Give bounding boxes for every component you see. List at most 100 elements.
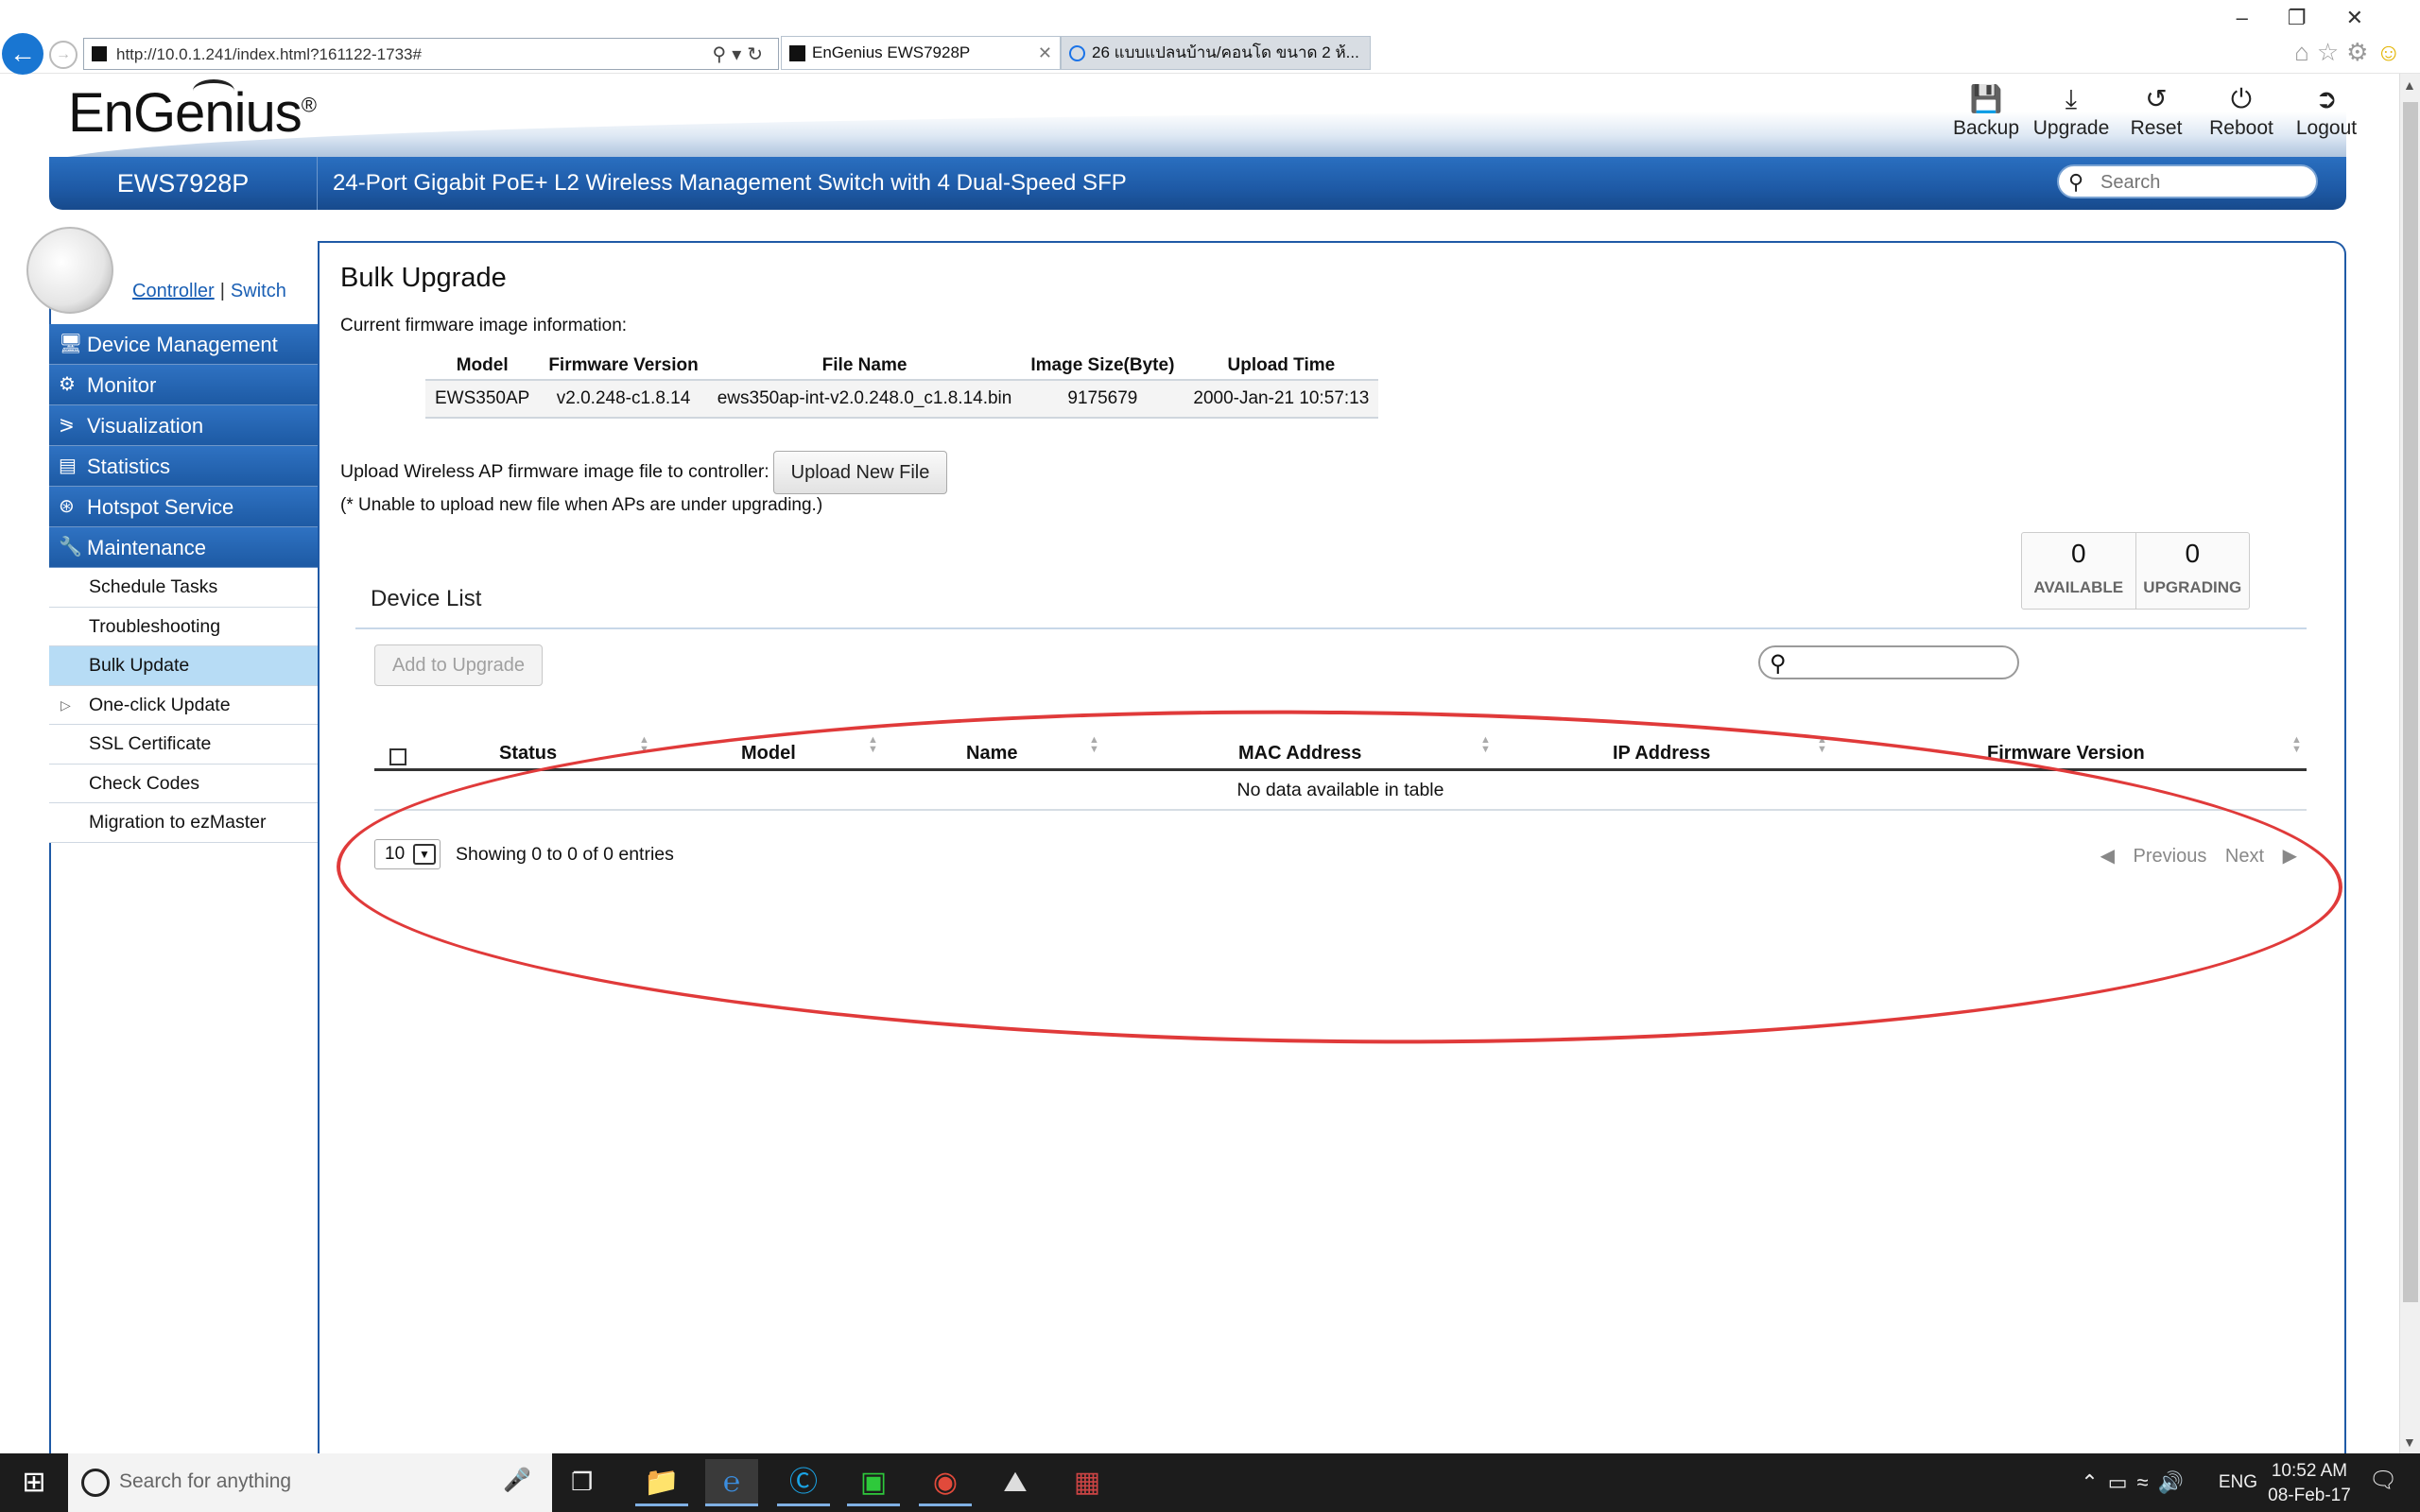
previous-button[interactable]: Previous [2134,846,2207,867]
address-tools[interactable]: ⚲▾↻ [713,43,769,66]
ie-icon [1069,45,1085,61]
header-search[interactable]: ⚲ [2057,164,2318,198]
page-size-select[interactable]: 10 ▼ [374,839,441,869]
line-icon[interactable]: ▣ [847,1459,900,1506]
tab-second[interactable]: 26 แบบแปลนบ้าน/คอนโด ขนาด 2 ห้... [1061,36,1371,70]
devices-icon: 🖥 [59,334,83,354]
file-explorer-icon[interactable]: 📁 [635,1459,688,1506]
available-counter[interactable]: 0 AVAILABLE [2022,533,2136,609]
favicon-icon [92,46,107,61]
column-header-model[interactable]: Model [741,743,796,765]
sidebar-item-troubleshooting[interactable]: Troubleshooting [49,607,318,646]
taskbar-search-placeholder[interactable]: Search for anything [119,1470,291,1493]
photos-icon[interactable]: ⛰ [989,1459,1042,1506]
star-icon: ☆ [2316,38,2347,66]
switch-link[interactable]: Switch [231,281,286,301]
sidebar-item-visualization[interactable]: ⪖ Visualization [49,405,318,446]
upgrade-button[interactable]: ⤓ Upgrade [2029,81,2114,140]
device-table: Status ▲ ▼ Model ▲ ▼ Name ▲ ▼ MAC Address ▲… [374,735,2307,811]
sidebar-item-hotspot-service[interactable]: ⊛ Hotspot Service [49,487,318,527]
sidebar-item-schedule-tasks[interactable]: Schedule Tasks [49,568,318,608]
expand-icon[interactable]: ▷ [60,686,71,725]
address-bar[interactable]: http://10.0.1.241/index.html?161122-1733… [83,38,779,70]
column-header: Upload Time [1184,352,1379,381]
window-controls[interactable]: –❐✕ [2237,6,2403,30]
upload-new-file-button[interactable]: Upload New File [773,451,947,494]
reset-button[interactable]: ↺ Reset [2114,81,2199,140]
upload-note: (* Unable to upload new file when APs ar… [340,495,823,515]
forward-icon[interactable]: → [49,41,78,69]
sidebar-item-maintenance[interactable]: 🔧 Maintenance [49,527,318,568]
table-header-row: Status ▲ ▼ Model ▲ ▼ Name ▲ ▼ MAC Address ▲… [374,735,2307,771]
brand-logo: EnGenius® [68,82,317,144]
select-all-checkbox[interactable] [389,748,406,765]
app-icon[interactable]: ▦ [1061,1459,1114,1506]
next-icon[interactable]: ▶ [2283,846,2297,867]
chevron-down-icon[interactable]: ▼ [413,844,436,865]
refresh-icon: ↻ [747,44,769,65]
sidebar-item-check-codes[interactable]: Check Codes [49,764,318,803]
skype-icon[interactable]: Ⓒ [777,1459,830,1506]
address-url[interactable]: http://10.0.1.241/index.html?161122-1733… [116,45,422,64]
notification-icon[interactable]: 🗨 [2369,1467,2401,1499]
sort-icon[interactable]: ▲ ▼ [639,735,649,755]
sort-icon[interactable]: ▲ ▼ [1817,735,1827,755]
sidebar-item-ssl-certificate[interactable]: SSL Certificate [49,725,318,765]
sort-icon[interactable]: ▲ ▼ [1089,735,1099,755]
save-icon: 💾 [1969,84,2003,113]
previous-icon[interactable]: ◀ [2100,846,2115,867]
sort-icon[interactable]: ▲ ▼ [2291,735,2302,755]
chrome-icon[interactable]: ◉ [919,1459,972,1506]
upgrading-counter[interactable]: 0 UPGRADING [2136,533,2250,609]
reboot-button[interactable]: ⏻ Reboot [2199,81,2284,140]
sidebar-item-bulk-update[interactable]: Bulk Update [49,646,318,686]
backup-button[interactable]: 💾 Backup [1944,81,2029,140]
table-search-input[interactable]: ⚲ [1758,645,2019,679]
status-counters: 0 AVAILABLE 0 UPGRADING [2021,532,2250,610]
close-tab-icon[interactable]: ✕ [1038,37,1052,69]
taskbar-search[interactable]: Search for anything 🎤 [68,1453,552,1512]
clock[interactable]: 10:52 AM 08-Feb-17 [2267,1459,2352,1508]
microphone-icon[interactable]: 🎤 [503,1467,531,1494]
table-cell: 9175679 [1021,380,1184,419]
sidebar-item-migration[interactable]: Migration to ezMaster [49,803,318,843]
sort-icon[interactable]: ▲ ▼ [1480,735,1491,755]
sidebar-item-monitor[interactable]: ⚙ Monitor [49,365,318,405]
tab-engenius[interactable]: EnGenius EWS7928P ✕ [781,36,1061,70]
language-indicator[interactable]: ENG [2219,1472,2257,1493]
vertical-scrollbar[interactable]: ▲ ▼ [2399,74,2420,1453]
search-input[interactable] [2099,170,2307,195]
next-button[interactable]: Next [2225,846,2264,867]
column-header-ip[interactable]: IP Address [1613,743,1710,765]
windows-start-icon[interactable]: ⊞ [0,1453,68,1512]
sidebar-item-one-click-update[interactable]: ▷ One-click Update [49,685,318,725]
scroll-down-icon[interactable]: ▼ [2403,1435,2416,1450]
clock-time: 10:52 AM [2271,1461,2348,1481]
logout-button[interactable]: ➲ Logout [2284,81,2369,140]
scrollbar-thumb[interactable] [2403,102,2418,1302]
task-view-icon[interactable]: ❐ [571,1468,593,1497]
tray-icons[interactable]: ⌃▭≈🔊 [2081,1470,2193,1495]
sidebar-item-statistics[interactable]: ▤ Statistics [49,446,318,487]
device-list-title: Device List [371,586,482,611]
upgrading-count: 0 [2185,539,2201,568]
wrench-icon: 🔧 [59,537,82,558]
sort-icon[interactable]: ▲ ▼ [868,735,878,755]
table-cell: v2.0.248-c1.8.14 [539,380,708,419]
controller-link[interactable]: Controller [132,281,215,301]
sidebar-item-device-management[interactable]: 🖥 Device Management [49,324,318,365]
close-icon: ✕ [2345,6,2403,29]
scroll-up-icon[interactable]: ▲ [2403,77,2416,93]
back-icon[interactable]: ← [2,33,43,75]
column-header-firmware[interactable]: Firmware Version [1987,743,2145,765]
add-to-upgrade-button[interactable]: Add to Upgrade [374,644,543,686]
browser-tools[interactable]: ⌂☆⚙☺ [2294,38,2409,67]
column-header-mac[interactable]: MAC Address [1238,743,1361,765]
home-icon: ⌂ [2294,38,2317,66]
column-header: Firmware Version [539,352,708,381]
monitor-icon: ⚙ [59,374,76,395]
column-header-status[interactable]: Status [499,743,557,765]
search-icon: ⚲ [2068,170,2084,194]
column-header-name[interactable]: Name [966,743,1017,765]
internet-explorer-icon[interactable]: ℮ [705,1459,758,1506]
